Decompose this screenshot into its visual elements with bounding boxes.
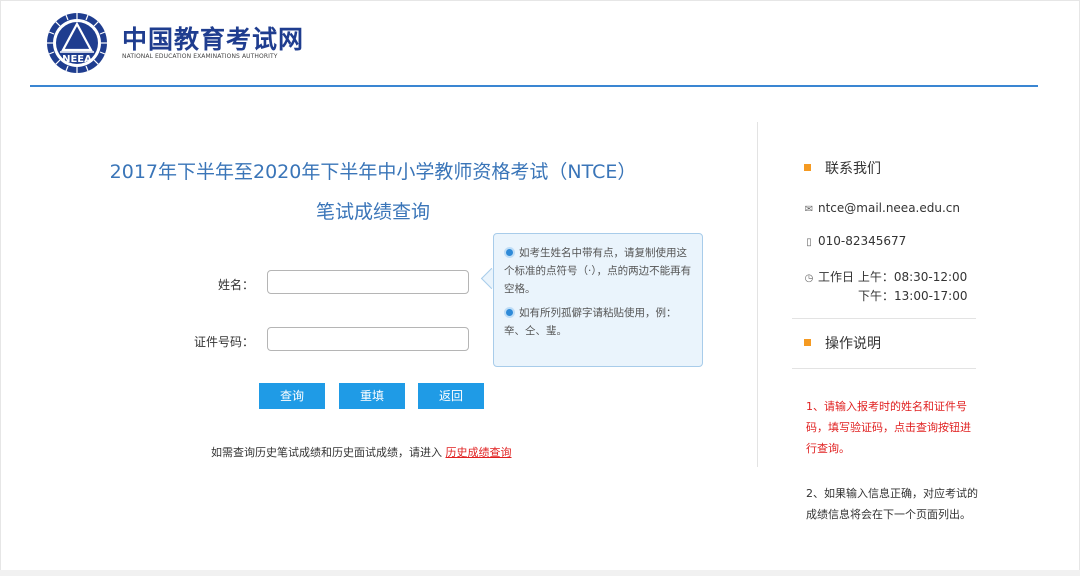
site-title[interactable]: 中国教育考试网 <box>122 20 304 56</box>
square-bullet-icon <box>804 338 811 346</box>
neea-logo[interactable]: NEEA <box>46 12 108 74</box>
query-button[interactable]: 查询 <box>259 383 325 409</box>
instruction-item-1: 1、请输入报考时的姓名和证件号码，填写验证码，点击查询按钮进行查询。 <box>806 400 971 455</box>
tip-item: 如考生姓名中带有点，请复制使用这个标准的点符号（·），点的两边不能再有空格。 <box>504 244 692 298</box>
history-notice: 如需查询历史笔试成绩和历史面试成绩，请进入 历史成绩查询 <box>211 444 512 460</box>
instructions-title-text: 操作说明 <box>825 336 881 352</box>
page-subtitle: 笔试成绩查询 <box>315 201 430 223</box>
reset-button[interactable]: 重填 <box>339 383 405 409</box>
name-input[interactable] <box>267 270 469 294</box>
page-bottom-strip <box>0 570 1080 576</box>
page-title: 2017年下半年至2020年下半年中小学教师资格考试（NTCE） <box>109 161 637 183</box>
square-bullet-icon <box>804 163 811 171</box>
id-number-label: 证件号码： <box>193 335 254 349</box>
site-subtitle: NATIONAL EDUCATION EXAMINATIONS AUTHORIT… <box>122 53 278 60</box>
header-divider <box>30 85 1038 87</box>
envelope-icon: ✉ <box>804 204 814 215</box>
contact-title-text: 联系我们 <box>825 161 881 177</box>
hours-text-1: 工作日 上午：08:30-12:00 <box>818 270 968 284</box>
clock-icon: ◷ <box>804 273 814 284</box>
name-label: 姓名： <box>217 278 254 292</box>
tip-text-2: 如有所列孤僻字请粘贴使用，例：㚔、仝、㻗。 <box>504 307 677 337</box>
instruction-item-2: 2、如果输入信息正确，对应考试的成绩信息将会在下一个页面列出。 <box>806 487 978 521</box>
contact-phone: ▯ 010-82345677 <box>804 234 906 248</box>
contact-email: ✉ ntce@mail.neea.edu.cn <box>804 201 960 215</box>
radio-dot-icon <box>504 306 515 318</box>
email-text[interactable]: ntce@mail.neea.edu.cn <box>818 201 960 215</box>
vertical-divider <box>757 122 758 467</box>
tip-item: 如有所列孤僻字请粘贴使用，例：㚔、仝、㻗。 <box>504 304 692 340</box>
contact-hours: ◷ 工作日 上午：08:30-12:00 <box>804 268 968 285</box>
sidebar-divider <box>792 318 976 319</box>
logo-text: NEEA <box>62 54 92 65</box>
instructions-section-title: 操作说明 <box>804 333 881 353</box>
contact-section-title: 联系我们 <box>804 158 881 178</box>
phone-icon: ▯ <box>806 237 812 248</box>
id-number-input[interactable] <box>267 327 469 351</box>
contact-hours-pm: 下午：13:00-17:00 <box>858 289 968 303</box>
sidebar-divider <box>792 368 976 369</box>
radio-dot-icon <box>504 246 515 258</box>
history-scores-link[interactable]: 历史成绩查询 <box>446 446 512 459</box>
tip-text-1: 如考生姓名中带有点，请复制使用这个标准的点符号（·），点的两边不能再有空格。 <box>504 247 692 295</box>
back-button[interactable]: 返回 <box>418 383 484 409</box>
input-tips-box: 如考生姓名中带有点，请复制使用这个标准的点符号（·），点的两边不能再有空格。 如… <box>493 233 703 367</box>
phone-text: 010-82345677 <box>818 234 907 248</box>
history-text: 如需查询历史笔试成绩和历史面试成绩，请进入 <box>211 446 442 459</box>
